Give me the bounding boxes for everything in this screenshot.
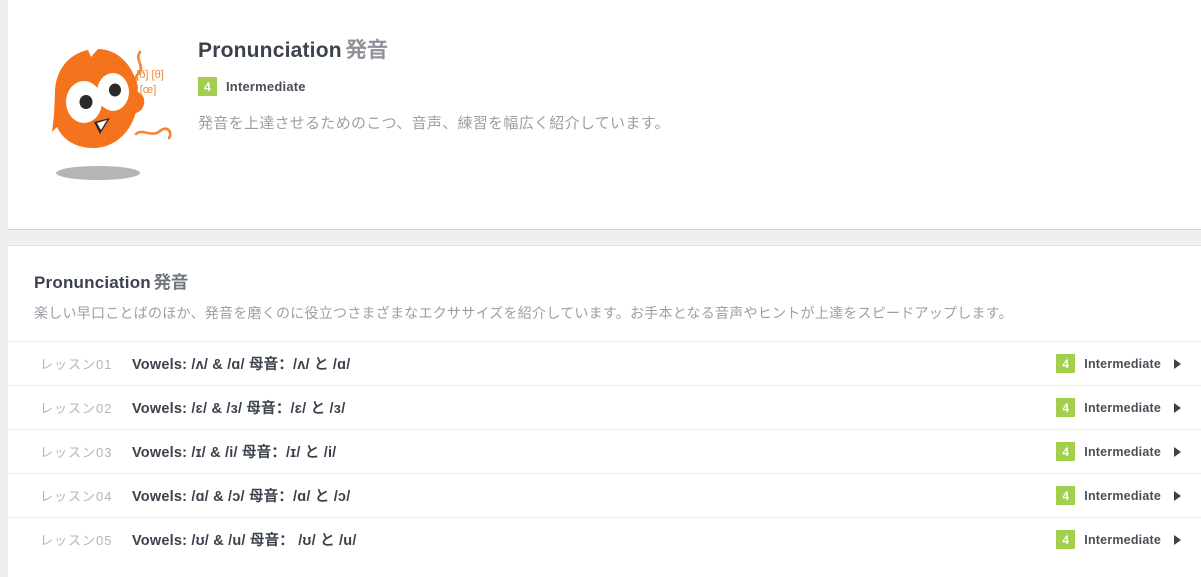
- chevron-right-icon[interactable]: [1174, 490, 1181, 501]
- course-level-badge: 4 Intermediate: [198, 77, 1201, 97]
- lesson-number: レッスン05: [40, 533, 113, 549]
- lesson-section-title-jp: 発音: [153, 273, 189, 292]
- table-row[interactable]: レッスン01 Vowels: /ʌ/ & /ɑ/ 母音：/ʌ/ と /ɑ/ 4 …: [8, 341, 1201, 385]
- mascot-illustration: [ð] [θ] [œ]: [8, 22, 198, 190]
- course-description: 発音を上達させるためのこつ、音声、練習を幅広く紹介しています。: [198, 115, 670, 133]
- lesson-level-badge: 4 Intermediate: [1056, 354, 1193, 374]
- chevron-right-icon[interactable]: [1174, 534, 1181, 545]
- level-label: Intermediate: [1084, 488, 1161, 503]
- lesson-title: Vowels: /ɛ/ & /ɜ/ 母音：/ɛ/ と /ɜ/: [132, 401, 346, 418]
- chevron-right-icon[interactable]: [1174, 358, 1181, 369]
- level-number-badge: 4: [1056, 442, 1076, 462]
- level-label: Intermediate: [1084, 532, 1161, 547]
- level-number-badge: 4: [1056, 486, 1076, 506]
- lesson-level-badge: 4 Intermediate: [1056, 398, 1193, 418]
- lesson-number: レッスン02: [40, 401, 113, 417]
- lesson-section-title: Pronunciation 発音: [34, 268, 1175, 293]
- lesson-title: Vowels: /ɪ/ & /i/ 母音：/ɪ/ と /i/: [132, 445, 337, 462]
- page-title: Pronunciation 発音: [198, 38, 1201, 63]
- chevron-right-icon[interactable]: [1174, 446, 1181, 457]
- level-label: Intermediate: [1084, 356, 1161, 371]
- lesson-level-badge: 4 Intermediate: [1056, 530, 1193, 550]
- page-title-en: Pronunciation: [198, 39, 342, 62]
- lesson-number: レッスン01: [40, 357, 113, 373]
- lesson-section-description: 楽しい早口ことばのほか、発音を磨くのに役立つさまざまなエクササイズを紹介していま…: [34, 305, 1013, 321]
- lesson-title: Vowels: /ʊ/ & /u/ 母音： /ʊ/ と /u/: [132, 533, 357, 550]
- page-title-jp: 発音: [345, 39, 389, 62]
- course-info: Pronunciation 発音 4 Intermediate 発音を上達させるた…: [198, 22, 1201, 136]
- lesson-level-badge: 4 Intermediate: [1056, 486, 1193, 506]
- page-root: [ð] [θ] [œ] Pronunciation 発音 4 Intermedia…: [0, 0, 1201, 577]
- lesson-title: Vowels: /ʌ/ & /ɑ/ 母音：/ʌ/ と /ɑ/: [132, 357, 351, 374]
- lesson-list-card: Pronunciation 発音 楽しい早口ことばのほか、発音を磨くのに役立つさま…: [8, 245, 1201, 577]
- table-row[interactable]: レッスン02 Vowels: /ɛ/ & /ɜ/ 母音：/ɛ/ と /ɜ/ 4 …: [8, 385, 1201, 429]
- level-number-badge: 4: [1056, 354, 1076, 374]
- course-hero-card: [ð] [θ] [œ] Pronunciation 発音 4 Intermedia…: [8, 0, 1201, 230]
- lesson-number: レッスン03: [40, 445, 113, 461]
- lesson-list-header: Pronunciation 発音 楽しい早口ことばのほか、発音を磨くのに役立つさま…: [8, 246, 1201, 341]
- level-label: Intermediate: [226, 79, 306, 95]
- owl-mascot-icon: [ð] [θ] [œ]: [52, 49, 172, 180]
- lesson-title: Vowels: /ɑ/ & /ɔ/ 母音：/ɑ/ と /ɔ/: [132, 489, 351, 506]
- lesson-section-title-en: Pronunciation: [34, 273, 151, 292]
- table-row[interactable]: レッスン05 Vowels: /ʊ/ & /u/ 母音： /ʊ/ と /u/ 4…: [8, 517, 1201, 561]
- lesson-level-badge: 4 Intermediate: [1056, 442, 1193, 462]
- table-row[interactable]: レッスン03 Vowels: /ɪ/ & /i/ 母音：/ɪ/ と /i/ 4 …: [8, 429, 1201, 473]
- level-number-badge: 4: [1056, 530, 1076, 550]
- table-row[interactable]: レッスン04 Vowels: /ɑ/ & /ɔ/ 母音：/ɑ/ と /ɔ/ 4 …: [8, 473, 1201, 517]
- ipa-symbols-line1: [ð] [θ]: [136, 69, 164, 81]
- level-number-badge: 4: [198, 77, 217, 97]
- level-number-badge: 4: [1056, 398, 1076, 418]
- level-label: Intermediate: [1084, 400, 1161, 415]
- ipa-symbols-line2: [œ]: [140, 84, 157, 96]
- chevron-right-icon[interactable]: [1174, 402, 1181, 413]
- level-label: Intermediate: [1084, 444, 1161, 459]
- lesson-number: レッスン04: [40, 489, 113, 505]
